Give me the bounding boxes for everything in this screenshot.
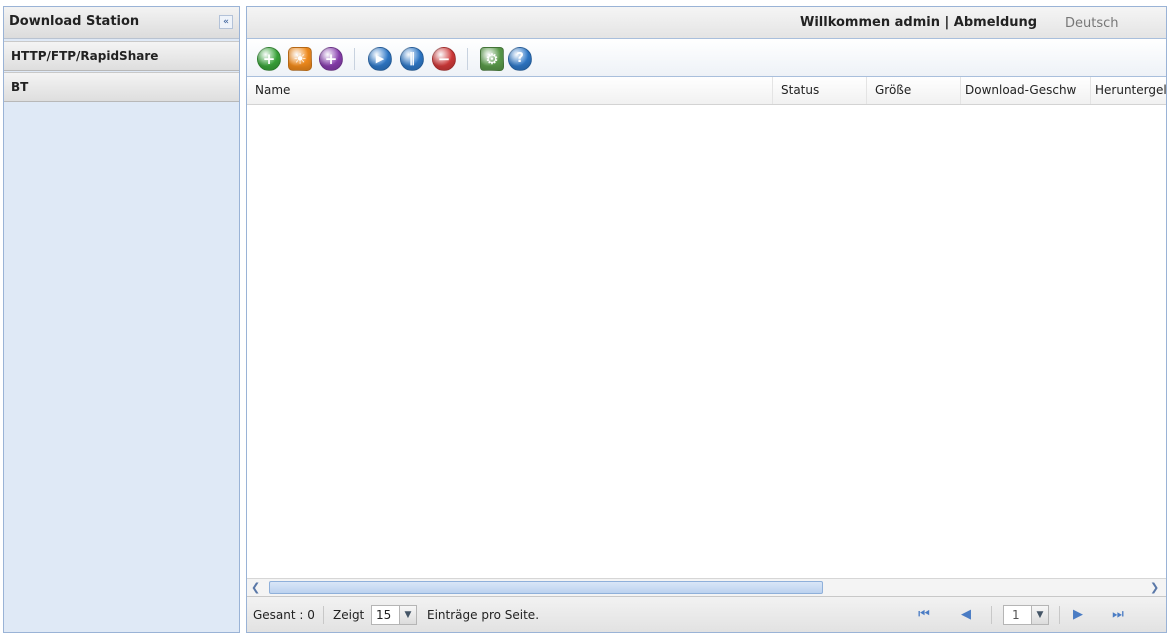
pager-separator bbox=[323, 606, 324, 624]
last-page-icon[interactable]: ⏭ bbox=[1109, 606, 1127, 624]
welcome-area: Willkommen admin | Abmeldung bbox=[800, 15, 1037, 30]
pager-separator bbox=[991, 606, 992, 624]
column-header-status[interactable]: Status bbox=[772, 77, 866, 104]
page-number-value: 1 bbox=[1012, 608, 1020, 622]
column-header-size[interactable]: Größe bbox=[866, 77, 960, 104]
horizontal-scrollbar[interactable]: ❮ ❯ bbox=[247, 578, 1166, 596]
grid-header: Name Status Größe Download-Geschw Herunt… bbox=[247, 77, 1166, 105]
per-page-label: Einträge pro Seite. bbox=[427, 608, 540, 622]
show-label: Zeigt bbox=[333, 608, 365, 622]
column-header-name[interactable]: Name bbox=[247, 77, 772, 104]
scrollbar-thumb[interactable] bbox=[269, 581, 823, 594]
scroll-left-icon[interactable]: ❮ bbox=[251, 581, 265, 594]
app-title: Download Station bbox=[9, 14, 140, 29]
sidebar-item-http-ftp-rapidshare[interactable]: HTTP/FTP/RapidShare bbox=[4, 41, 239, 71]
pager-separator bbox=[1059, 606, 1060, 624]
next-page-icon[interactable]: ▶ bbox=[1069, 606, 1087, 624]
welcome-text: Willkommen admin bbox=[800, 15, 940, 30]
language-selector[interactable]: Deutsch bbox=[1065, 16, 1119, 31]
toolbar-separator bbox=[467, 48, 468, 70]
first-page-icon[interactable]: ⏮ bbox=[915, 606, 933, 624]
page-number-select[interactable]: 1 ▼ bbox=[1003, 605, 1049, 625]
top-bar: Willkommen admin | Abmeldung Deutsch bbox=[247, 7, 1166, 39]
settings-icon[interactable]: ⚙ bbox=[480, 47, 504, 71]
sidebar: Download Station « HTTP/FTP/RapidShare B… bbox=[3, 6, 240, 633]
chevron-down-icon[interactable]: ▼ bbox=[1031, 606, 1048, 624]
download-list[interactable] bbox=[247, 105, 1166, 578]
column-header-downloaded[interactable]: Heruntergela bbox=[1090, 77, 1166, 104]
main-panel: Willkommen admin | Abmeldung Deutsch + ☀… bbox=[246, 6, 1167, 633]
toolbar: + ☀ + ▶ ‖ − ⚙ ? bbox=[247, 39, 1166, 77]
sidebar-item-bt[interactable]: BT bbox=[4, 72, 239, 102]
page-size-select[interactable]: 15 ▼ bbox=[371, 605, 417, 625]
header-separator: | bbox=[944, 15, 950, 30]
add-purple-icon[interactable]: + bbox=[319, 47, 343, 71]
pause-icon[interactable]: ‖ bbox=[400, 47, 424, 71]
column-header-download-speed[interactable]: Download-Geschw bbox=[960, 77, 1090, 104]
previous-page-icon[interactable]: ◀ bbox=[957, 606, 975, 624]
sidebar-header: Download Station « bbox=[4, 7, 239, 39]
add-icon[interactable]: + bbox=[257, 47, 281, 71]
rss-icon[interactable]: ☀ bbox=[288, 47, 312, 71]
total-count: Gesant : 0 bbox=[253, 608, 315, 622]
stop-icon[interactable]: − bbox=[432, 47, 456, 71]
page-size-value: 15 bbox=[376, 608, 392, 622]
chevron-down-icon[interactable]: ▼ bbox=[399, 606, 416, 624]
pagination-bar: Gesant : 0 Zeigt 15 ▼ Einträge pro Seite… bbox=[247, 596, 1166, 632]
logout-link[interactable]: Abmeldung bbox=[954, 15, 1037, 30]
collapse-sidebar-icon[interactable]: « bbox=[219, 15, 233, 29]
resume-icon[interactable]: ▶ bbox=[368, 47, 392, 71]
scroll-right-icon[interactable]: ❯ bbox=[1150, 581, 1164, 594]
help-icon[interactable]: ? bbox=[508, 47, 532, 71]
toolbar-separator bbox=[354, 48, 355, 70]
